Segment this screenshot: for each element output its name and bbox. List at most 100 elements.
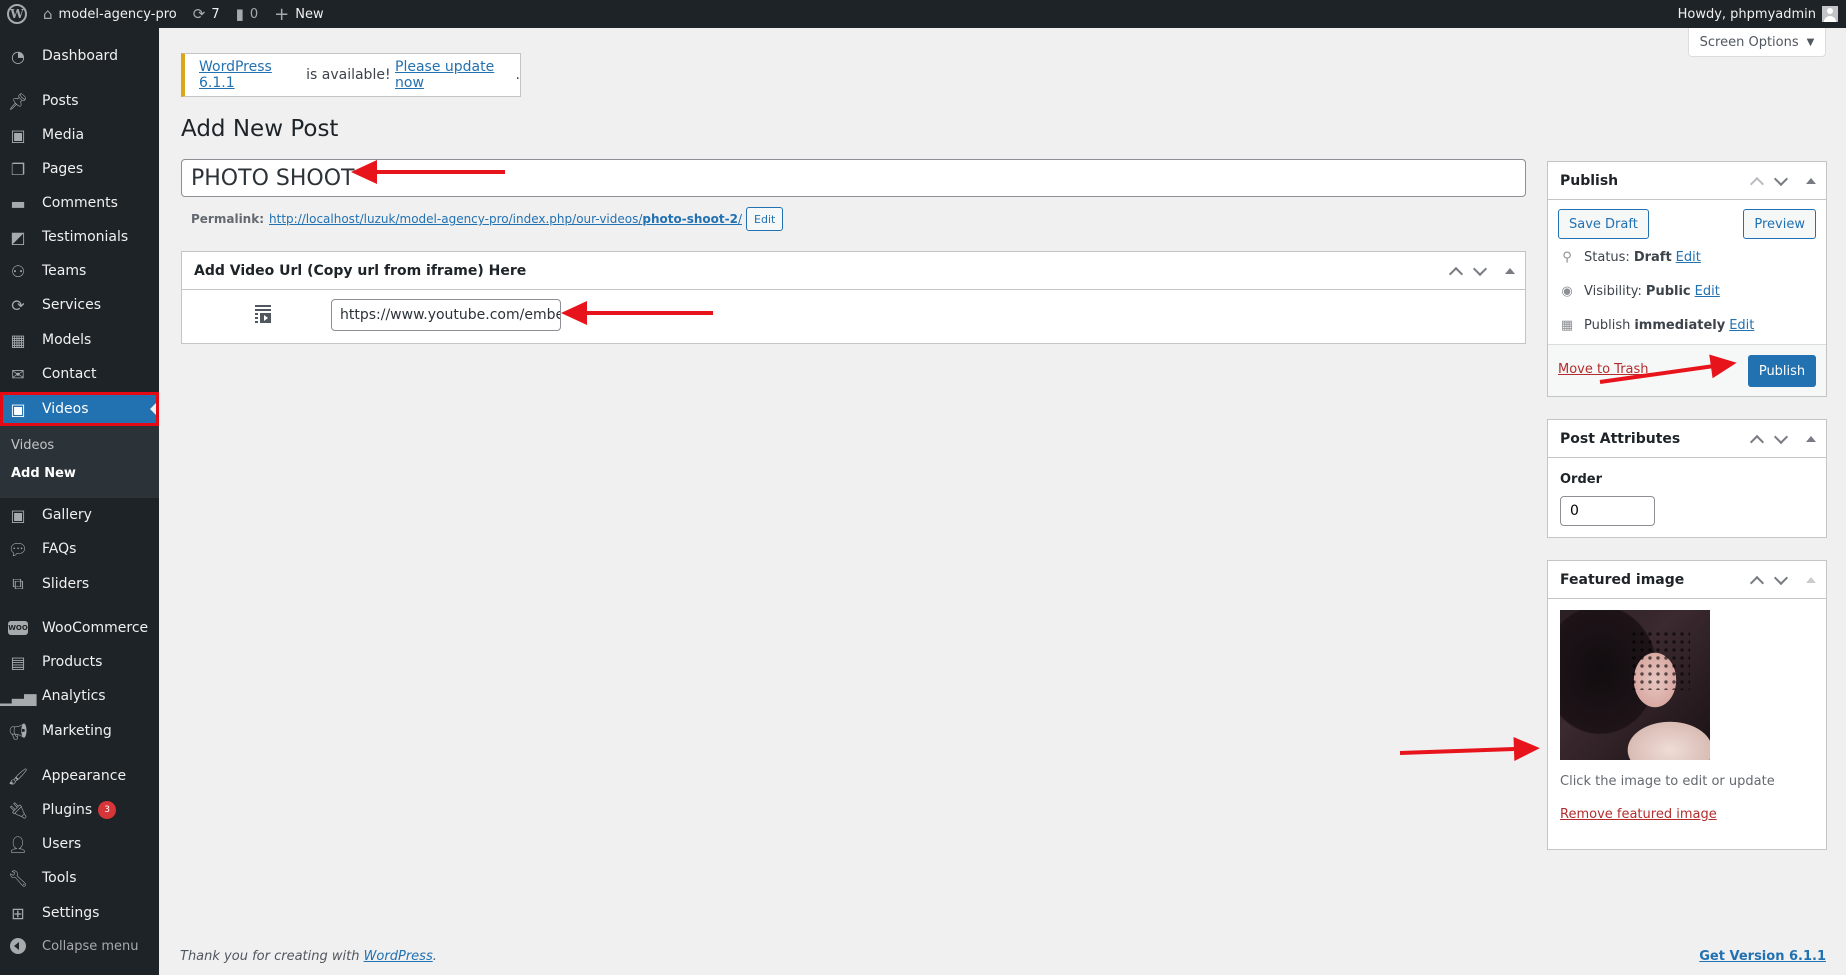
publish-metabox: Publish Save Draft Preview ⚲ Status: Dra… [1547,161,1827,397]
wordpress-logo-icon: W [7,4,27,24]
testimonials-icon: ◩ [10,227,26,247]
sidebar-item-label: Comments [42,195,118,211]
sidebar-item-faqs[interactable]: 💬︎ FAQs [0,532,159,566]
order-label: Order [1560,472,1602,487]
save-draft-button[interactable]: Save Draft [1558,209,1649,239]
toggle-panel-icon[interactable] [1505,268,1515,274]
move-up-icon[interactable] [1749,176,1765,191]
footer-wordpress-link[interactable]: WordPress [364,949,433,964]
sidebar-item-contact[interactable]: ✉ Contact [0,357,159,391]
update-icon: ⟳ [11,295,25,315]
featured-image-thumbnail[interactable] [1560,610,1710,760]
updates-menu[interactable]: ⟳ 7 [185,0,228,28]
footer-thanks: Thank you for creating with WordPress. [180,949,437,964]
notice-text: is available! [301,67,396,83]
wp-logo-menu[interactable]: W [0,0,35,28]
page-title: Add New Post [181,116,339,142]
sidebar-item-label: Dashboard [42,48,118,64]
annotation-arrow-video-url [585,311,713,315]
sidebar-item-tools[interactable]: 🔧︎ Tools [0,861,159,895]
screen-options-button[interactable]: Screen Options ▼ [1688,28,1826,57]
update-now-link[interactable]: Please update now [395,59,516,91]
plus-icon: + [274,3,290,25]
toggle-panel-icon[interactable] [1806,436,1816,442]
wrench-icon: 🔧︎ [7,868,29,888]
move-down-icon[interactable] [1472,261,1488,277]
megaphone-icon: 📢︎ [7,721,29,741]
move-up-icon[interactable] [1448,266,1464,281]
wordpress-version-link[interactable]: WordPress 6.1.1 [199,59,302,91]
screen-options-label: Screen Options [1699,34,1799,50]
sidebar-item-pages[interactable]: ❐ Pages [0,152,159,186]
videos-submenu: Videos Add New [0,426,159,498]
sidebar-item-media[interactable]: ▣ Media [0,118,159,152]
new-content-menu[interactable]: + New [266,0,331,28]
sidebar-item-marketing[interactable]: 📢︎ Marketing [0,714,159,748]
caret-down-icon: ▼ [1806,36,1815,48]
sidebar-item-woocommerce[interactable]: WOO WooCommerce [0,611,159,645]
archive-icon: ▤ [10,652,26,672]
publish-button[interactable]: Publish [1748,355,1816,387]
sidebar-item-models[interactable]: ▦ Models [0,323,159,357]
sidebar-item-sliders[interactable]: ⧉ Sliders [0,567,159,601]
permalink-link[interactable]: http://localhost/luzuk/model-agency-pro/… [269,212,742,226]
annotation-arrow-title [375,170,505,174]
move-down-icon[interactable] [1773,171,1789,187]
post-attributes-header: Post Attributes [1548,420,1826,458]
move-down-icon[interactable] [1773,570,1789,586]
move-up-icon[interactable] [1749,575,1765,590]
footer-thanks-text: Thank you for creating with [180,949,364,964]
publish-metabox-header: Publish [1548,162,1826,200]
post-title-input[interactable] [181,159,1526,197]
metabox-controls [1448,252,1515,290]
remove-featured-image-link[interactable]: Remove featured image [1560,807,1717,822]
brush-icon: 🖌︎ [7,766,29,786]
submenu-item-add-new[interactable]: Add New [11,466,76,481]
pages-icon: ❐ [10,159,26,179]
comments-menu[interactable]: ▮ 0 [228,0,267,28]
edit-visibility-link[interactable]: Edit [1695,284,1720,299]
collapse-menu-button[interactable]: Collapse menu [0,929,159,963]
sidebar-item-settings[interactable]: ⊞ Settings [0,896,159,930]
sidebar-item-testimonials[interactable]: ◩ Testimonials [0,220,159,254]
sidebar-item-appearance[interactable]: 🖌︎ Appearance [0,759,159,793]
sidebar-item-label: Users [42,836,82,852]
metabox-title: Publish [1560,172,1619,189]
sidebar-item-label: Plugins [42,802,93,818]
sidebar-item-label: Media [42,127,85,143]
sidebar-item-comments[interactable]: ▬ Comments [0,186,159,220]
order-input[interactable] [1560,496,1655,526]
toggle-panel-icon[interactable] [1806,577,1816,583]
notice-period: . [515,67,520,83]
sidebar-item-label: Pages [42,161,84,177]
submenu-item-videos[interactable]: Videos [11,438,54,453]
sidebar-item-posts[interactable]: 📌︎ Posts [0,84,159,118]
toggle-panel-icon[interactable] [1806,178,1816,184]
sidebar-item-products[interactable]: ▤ Products [0,645,159,679]
site-name-menu[interactable]: ⌂ model-agency-pro [35,0,185,28]
sidebar-item-videos[interactable]: ▣ Videos [0,392,159,426]
move-down-icon[interactable] [1773,429,1789,445]
annotation-arrow-featured-image [1399,746,1528,755]
email-icon: ✉ [11,364,25,384]
greeting: Howdy, phpmyadmin [1677,6,1816,22]
sidebar-item-services[interactable]: ⟳ Services [0,288,159,322]
video-url-input[interactable] [331,299,561,331]
preview-button[interactable]: Preview [1743,209,1816,239]
move-up-icon[interactable] [1749,434,1765,449]
layout-icon: ▦ [10,330,26,350]
edit-status-link[interactable]: Edit [1676,250,1701,265]
sidebar-item-dashboard[interactable]: ◔ Dashboard [0,39,159,73]
sidebar-item-teams[interactable]: ⚇ Teams [0,254,159,288]
my-account-menu[interactable]: Howdy, phpmyadmin [1670,0,1846,28]
sidebar-item-gallery[interactable]: ▣ Gallery [0,498,159,532]
edit-permalink-button[interactable]: Edit [746,207,784,231]
sidebar-item-plugins[interactable]: 🔌︎ Plugins 3 [0,793,159,827]
sidebar-item-users[interactable]: 👤︎ Users [0,827,159,861]
edit-publish-time-link[interactable]: Edit [1729,318,1754,333]
media-icon: ▣ [10,125,26,145]
get-version-link[interactable]: Get Version 6.1.1 [1699,949,1826,964]
sidebar-item-analytics[interactable]: ▁▃▅ Analytics [0,679,159,713]
permalink-trail: / [737,212,743,226]
groups-icon: ⚇ [10,261,26,281]
